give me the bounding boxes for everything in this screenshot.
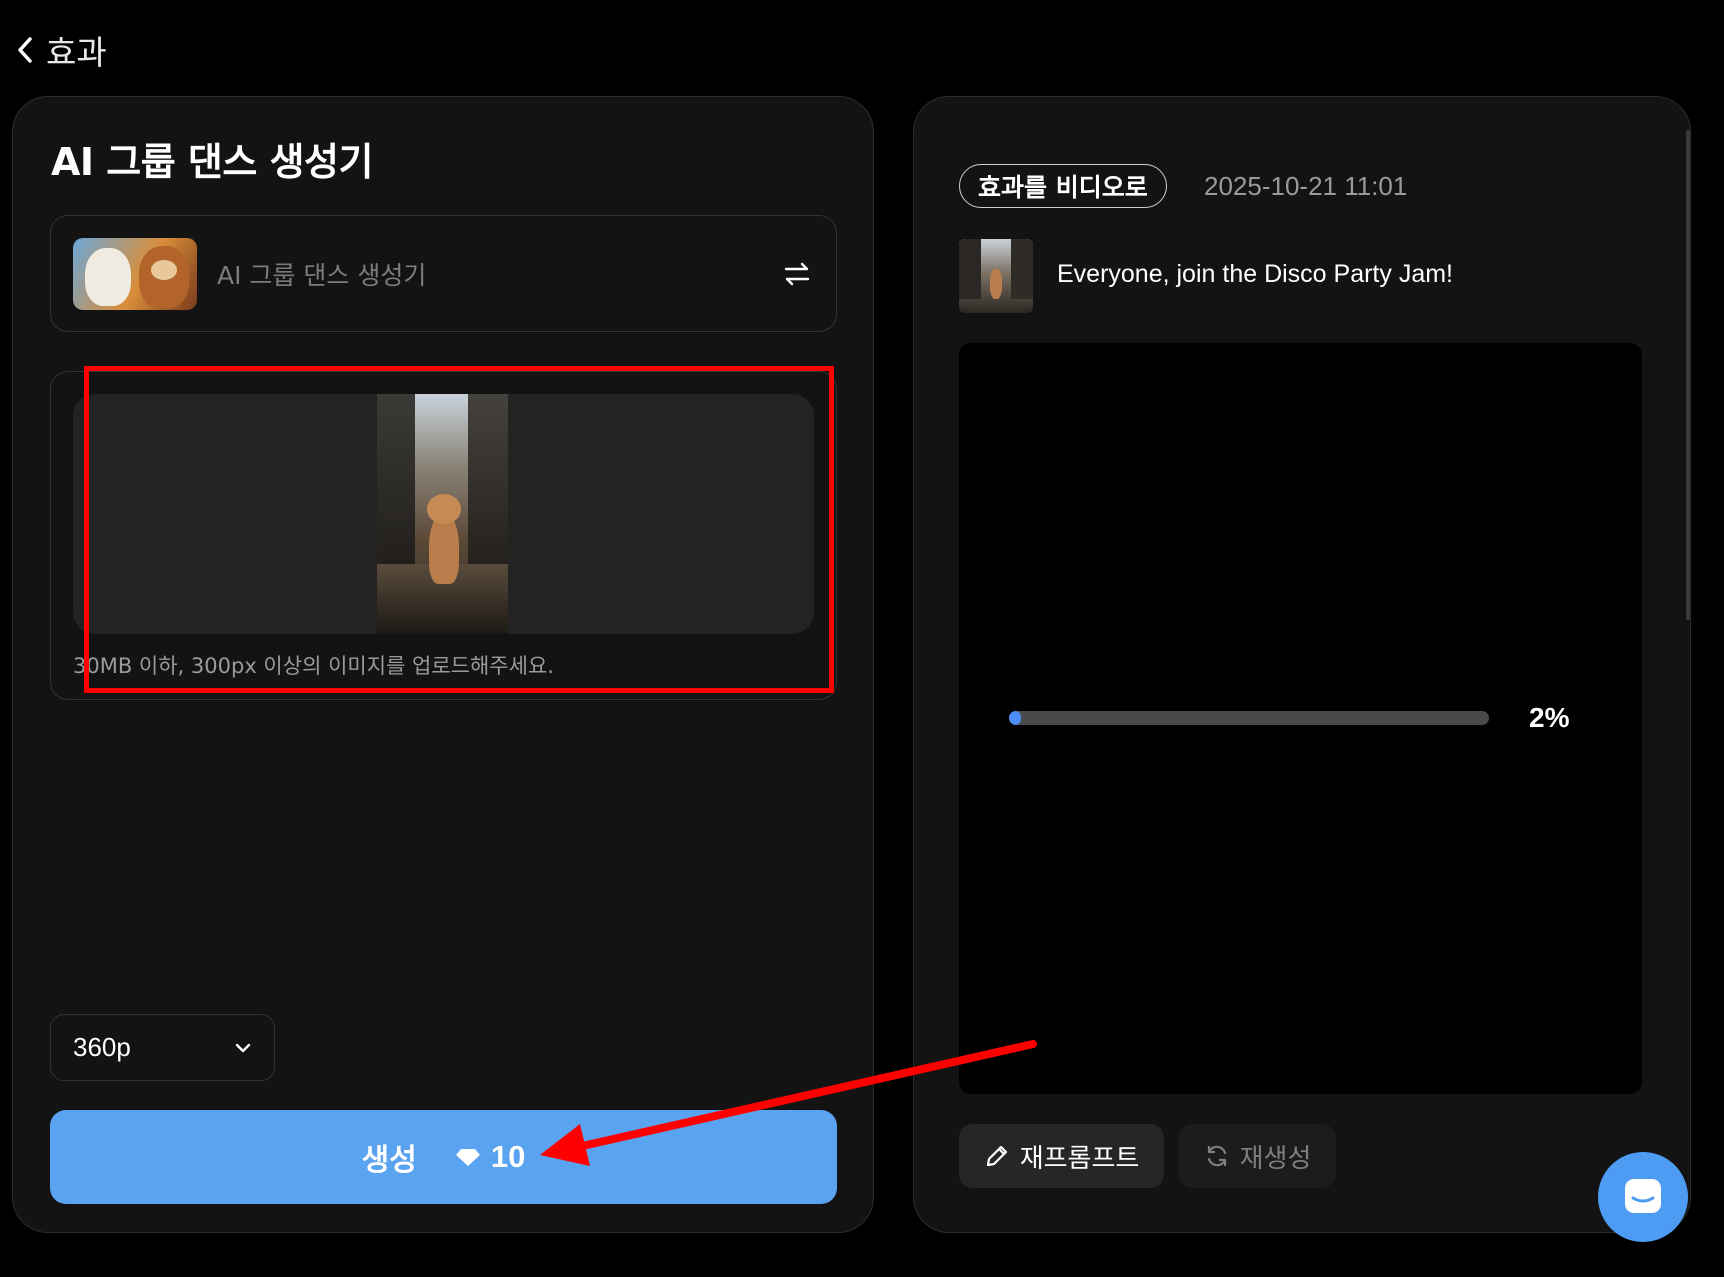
timestamp: 2025-10-21 11:01: [1204, 171, 1408, 201]
result-panel: 효과를 비디오로 2025-10-21 11:01 Everyone, join…: [913, 96, 1691, 1233]
upload-dropzone[interactable]: [73, 394, 814, 634]
regenerate-button[interactable]: 재생성: [1179, 1124, 1336, 1188]
prompt-thumbnail: [959, 239, 1033, 313]
scrollbar[interactable]: [1686, 130, 1690, 620]
refresh-icon: [1207, 1145, 1226, 1167]
page-title: AI 그룹 댄스 생성기: [51, 140, 373, 184]
chevron-down-icon: [235, 1043, 251, 1052]
reprompt-button[interactable]: 재프롬프트: [959, 1124, 1164, 1188]
chat-icon: [1625, 1179, 1661, 1213]
upload-hint: 30MB 이하, 300px 이상의 이미지를 업로드해주세요.: [73, 654, 554, 678]
generate-label: 생성: [361, 1143, 417, 1178]
regenerate-label: 재생성: [1239, 1143, 1312, 1174]
effect-selector[interactable]: AI 그룹 댄스 생성기: [50, 215, 837, 332]
back-label: 효과: [46, 33, 107, 72]
back-button[interactable]: 효과: [14, 24, 107, 76]
progress-bar: [1009, 711, 1489, 725]
resolution-dropdown[interactable]: 360p: [50, 1014, 275, 1081]
credit-cost-value: 10: [490, 1139, 526, 1174]
pencil-icon: [986, 1145, 1007, 1167]
video-preview: 2%: [959, 343, 1642, 1094]
progress-fill: [1009, 711, 1021, 725]
credit-cost: 10: [455, 1139, 525, 1175]
uploaded-image: [377, 394, 508, 634]
progress-percent: 2%: [1529, 702, 1570, 733]
prompt-text: Everyone, join the Disco Party Jam!: [1057, 260, 1453, 288]
chevron-left-icon: [18, 37, 32, 63]
generator-panel: AI 그룹 댄스 생성기 AI 그룹 댄스 생성기 30MB 이하, 300px…: [12, 96, 874, 1233]
type-badge: 효과를 비디오로: [959, 164, 1167, 208]
resolution-value: 360p: [73, 1032, 131, 1062]
diamond-icon: [455, 1149, 480, 1166]
effect-name: AI 그룹 댄스 생성기: [217, 260, 427, 290]
generate-button[interactable]: 생성 10: [50, 1110, 837, 1204]
image-upload-area: 30MB 이하, 300px 이상의 이미지를 업로드해주세요.: [50, 371, 837, 700]
effect-thumbnail: [73, 237, 197, 310]
swap-icon[interactable]: [782, 259, 812, 289]
chat-button[interactable]: [1598, 1152, 1688, 1242]
reprompt-label: 재프롬프트: [1019, 1143, 1140, 1174]
